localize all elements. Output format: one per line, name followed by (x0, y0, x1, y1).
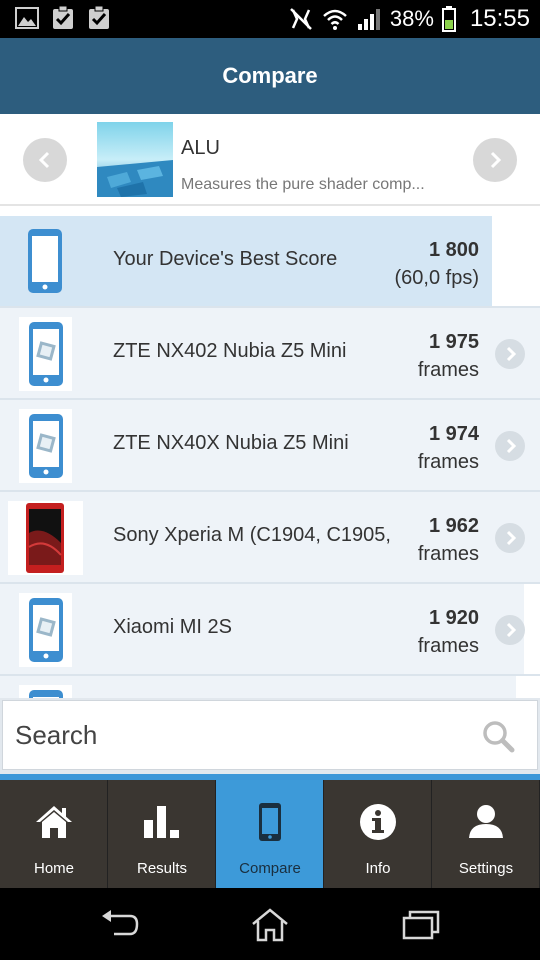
phone-icon (259, 803, 281, 841)
search-box (2, 700, 538, 770)
search-bar (0, 698, 540, 780)
tab-label: Results (136, 860, 188, 877)
score-unit: frames (417, 635, 479, 657)
test-description: Measures the pure shader comp... (181, 176, 425, 193)
best-score-row: Your Device's Best Score 1 800 (60,0 fps… (0, 216, 540, 308)
score-value: 1 975 (428, 331, 479, 353)
score-unit: frames (417, 359, 479, 381)
score-unit: frames (417, 451, 479, 473)
phone-icon (29, 322, 63, 386)
device-name: ZTE NX40X Nubia Z5 Mini (113, 432, 349, 454)
chevron-right-icon (490, 151, 502, 169)
device-thumbnail (19, 409, 72, 483)
battery-percent: 38% (389, 6, 434, 31)
chevron-right-icon (506, 438, 517, 454)
device-thumbnail (19, 685, 72, 698)
score-value: 1 962 (428, 515, 479, 537)
device-name: Your Device's Best Score (113, 248, 338, 270)
tab-label: Home (33, 860, 74, 877)
next-test-button[interactable] (473, 138, 517, 182)
row-chevron[interactable] (495, 339, 525, 369)
score-value: 1 974 (428, 423, 479, 445)
clock: 15:55 (469, 5, 530, 32)
device-thumbnail (19, 317, 72, 391)
info-icon (360, 804, 396, 840)
home-icon (36, 806, 72, 838)
tab-label: Compare (239, 860, 301, 877)
home-nav-icon[interactable] (251, 908, 289, 942)
tab-label: Info (365, 860, 391, 877)
phone-icon (29, 598, 63, 662)
device-name: Xiaomi MI 2S (113, 616, 232, 638)
tab-info[interactable]: Info (324, 780, 432, 888)
device-thumbnail (19, 593, 72, 667)
clipboard-check-icon (53, 5, 73, 29)
search-input[interactable] (15, 713, 455, 757)
wifi-icon (323, 9, 347, 30)
back-icon[interactable] (100, 908, 140, 940)
phone-icon (28, 229, 62, 293)
chevron-left-icon (38, 151, 50, 169)
sony-xperia-photo (26, 503, 64, 573)
app-header: Compare (0, 38, 540, 114)
score-unit: (60,0 fps) (394, 267, 479, 289)
score-value: 1 920 (428, 607, 479, 629)
score-unit: frames (417, 543, 479, 565)
device-name: Sony Xperia M (C1904, C1905, C (113, 524, 395, 546)
tab-settings[interactable]: Settings (432, 780, 540, 888)
system-navigation-bar (0, 888, 540, 960)
person-icon (469, 805, 503, 838)
bar-chart-icon (144, 806, 179, 838)
recent-apps-icon[interactable] (402, 908, 440, 940)
signal-icon (357, 9, 380, 30)
battery-icon (441, 6, 456, 32)
mute-icon (290, 8, 312, 30)
image-icon (15, 7, 39, 29)
row-chevron[interactable] (495, 431, 525, 461)
clipboard-check-icon (89, 5, 109, 29)
test-thumbnail (97, 122, 173, 197)
score-value: 1 800 (428, 239, 479, 261)
chevron-right-icon (506, 346, 517, 362)
row-chevron[interactable] (495, 523, 525, 553)
list-item-partial[interactable] (0, 676, 540, 698)
test-name: ALU (181, 137, 220, 159)
bottom-tab-bar: Home Results Compare Info Settings (0, 780, 540, 888)
list-item[interactable]: Xiaomi MI 2S 1 920 frames (0, 584, 540, 676)
row-chevron[interactable] (495, 615, 525, 645)
tab-compare[interactable]: Compare (216, 780, 324, 888)
list-item[interactable]: ZTE NX402 Nubia Z5 Mini 1 975 frames (0, 308, 540, 400)
page-title: Compare (222, 63, 318, 88)
status-bar: 38% 15:55 (0, 0, 540, 38)
previous-test-button[interactable] (23, 138, 67, 182)
list-item[interactable]: Sony Xperia M (C1904, C1905, C 1 962 fra… (0, 492, 540, 584)
phone-icon (29, 414, 63, 478)
chevron-right-icon (506, 622, 517, 638)
phone-icon (29, 690, 63, 698)
test-selector: ALU Measures the pure shader comp... (0, 114, 540, 206)
search-icon[interactable] (481, 719, 515, 753)
chevron-right-icon (506, 530, 517, 546)
device-list: Your Device's Best Score 1 800 (60,0 fps… (0, 206, 540, 698)
device-photo (8, 501, 83, 575)
list-item[interactable]: ZTE NX40X Nubia Z5 Mini 1 974 frames (0, 400, 540, 492)
tab-results[interactable]: Results (108, 780, 216, 888)
tab-home[interactable]: Home (0, 780, 108, 888)
device-name: ZTE NX402 Nubia Z5 Mini (113, 340, 347, 362)
tab-label: Settings (458, 860, 514, 877)
